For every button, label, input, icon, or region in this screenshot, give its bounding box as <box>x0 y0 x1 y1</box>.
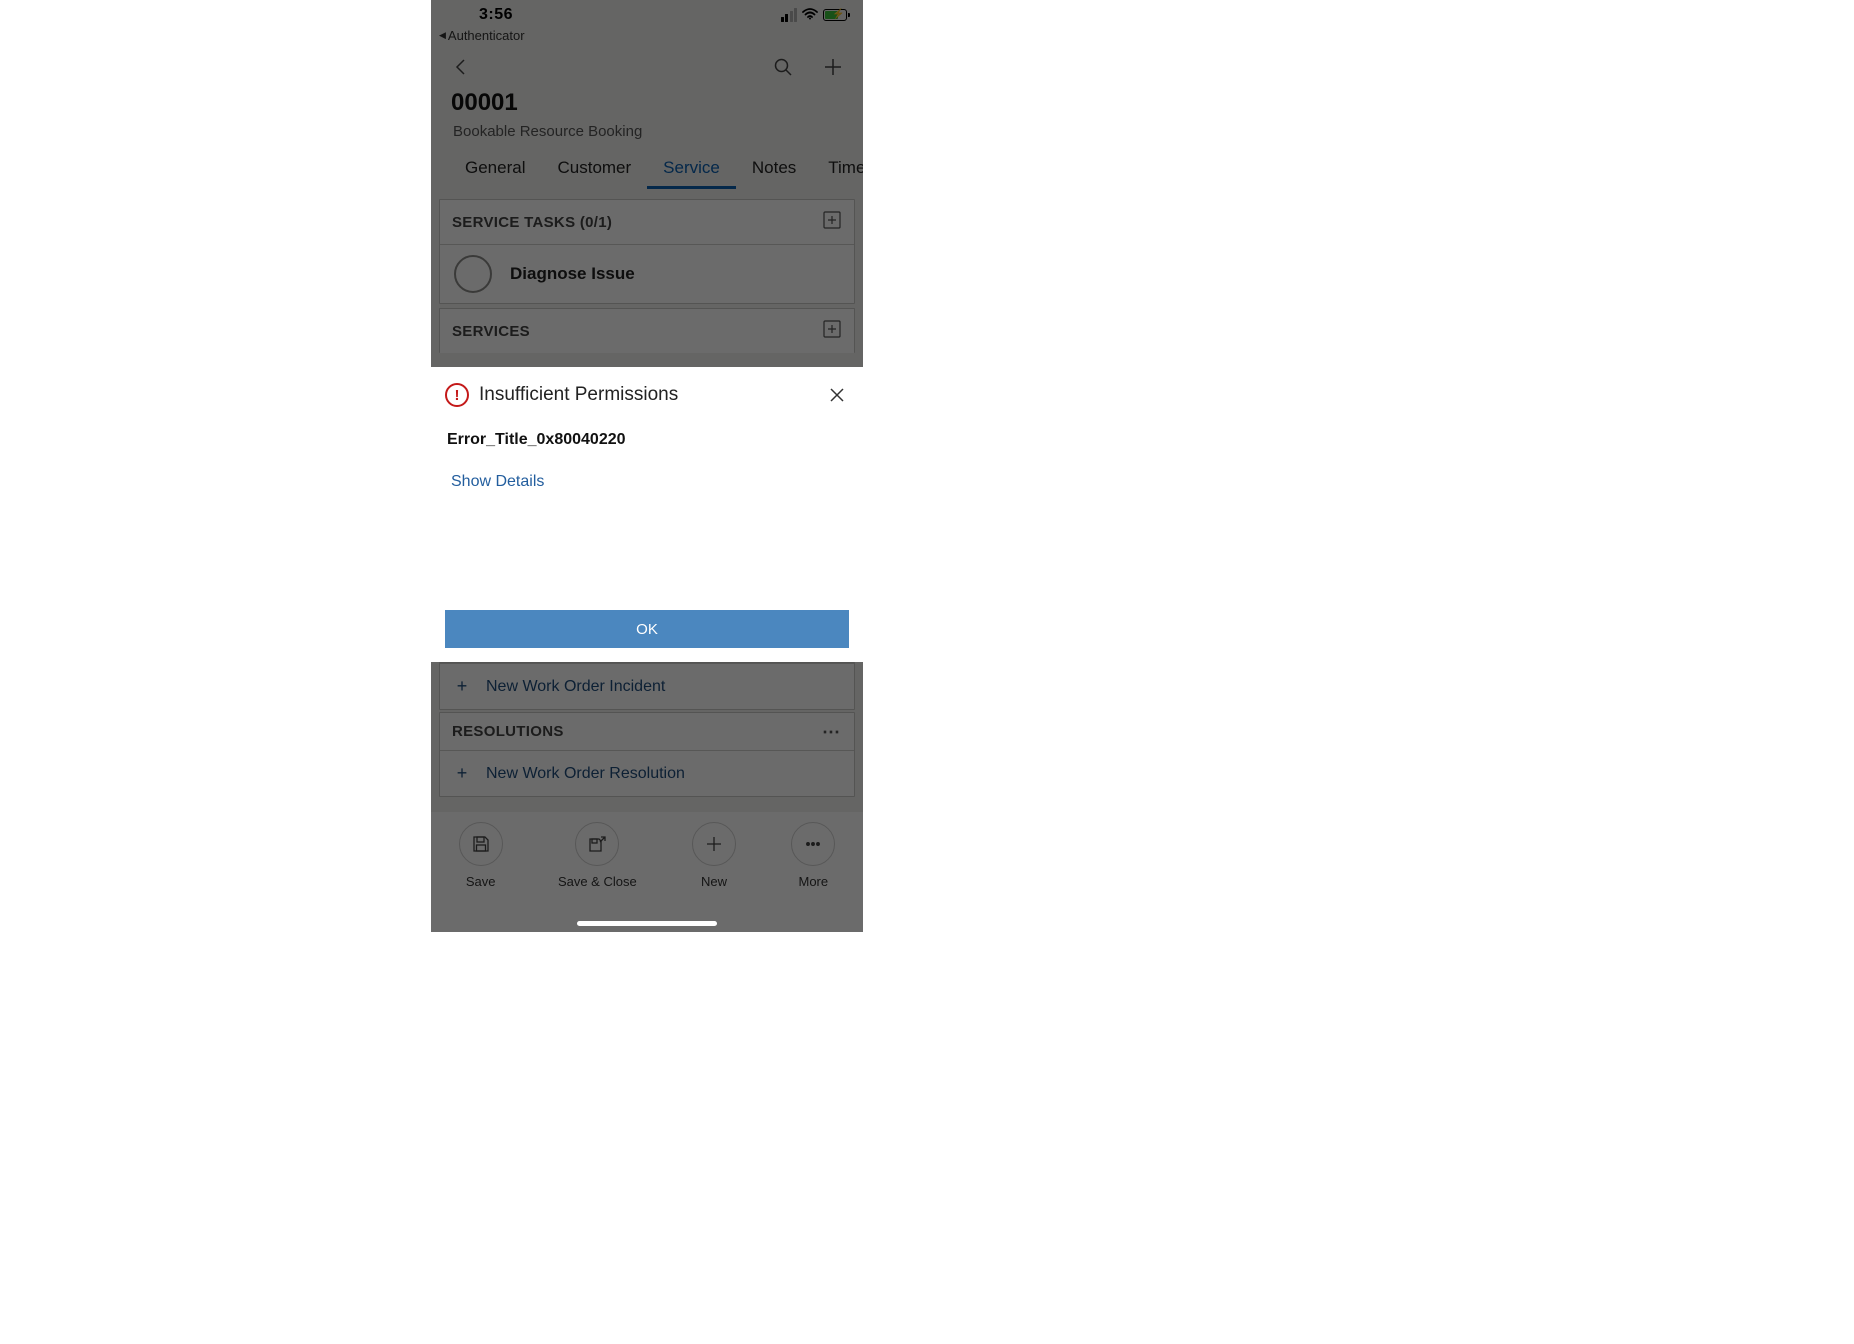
add-incident-button[interactable]: +New Work Order Incident <box>440 663 854 709</box>
tab-notes[interactable]: Notes <box>736 152 812 189</box>
back-to-app-link[interactable]: Authenticator <box>431 28 863 45</box>
tab-customer[interactable]: Customer <box>541 152 647 189</box>
more-icon <box>791 822 835 866</box>
battery-icon: ⚡ <box>823 9 847 21</box>
content-area: SERVICE TASKS (0/1) Diagnose Issue SERVI… <box>431 189 863 353</box>
back-button[interactable] <box>447 53 475 81</box>
modal-title: Insufficient Permissions <box>479 384 815 406</box>
search-button[interactable] <box>769 53 797 81</box>
services-panel: SERVICES <box>439 308 855 353</box>
close-button[interactable] <box>825 383 849 407</box>
add-service-task-icon[interactable] <box>822 210 842 234</box>
error-icon: ! <box>445 383 469 407</box>
task-complete-toggle[interactable] <box>454 255 492 293</box>
show-details-link[interactable]: Show Details <box>447 473 849 491</box>
phone-screen: 3:56 ⚡ Authenticator 00001 Bookable <box>431 0 863 932</box>
service-tasks-panel: SERVICE TASKS (0/1) Diagnose Issue <box>439 199 855 304</box>
new-button[interactable]: New <box>692 822 736 932</box>
status-icons: ⚡ <box>781 7 848 23</box>
save-button[interactable]: Save <box>459 822 503 932</box>
tab-service[interactable]: Service <box>647 152 736 189</box>
tabs: General Customer Service Notes Timeline <box>431 152 863 189</box>
home-indicator[interactable] <box>577 921 717 926</box>
app-header <box>431 45 863 89</box>
record-title: 00001 <box>431 89 863 123</box>
add-service-icon[interactable] <box>822 319 842 343</box>
tab-general[interactable]: General <box>449 152 541 189</box>
error-modal: ! Insufficient Permissions Error_Title_0… <box>431 367 863 662</box>
add-resolution-button[interactable]: +New Work Order Resolution <box>440 750 854 796</box>
ok-button[interactable]: OK <box>445 610 849 648</box>
service-tasks-header: SERVICE TASKS (0/1) <box>452 214 612 231</box>
save-close-button[interactable]: Save & Close <box>558 822 637 932</box>
resolutions-panel: RESOLUTIONS ⋯ +New Work Order Resolution <box>439 712 855 797</box>
add-button[interactable] <box>819 53 847 81</box>
service-task-row[interactable]: Diagnose Issue <box>440 244 854 303</box>
more-button[interactable]: More <box>791 822 835 932</box>
bottom-toolbar: Save Save & Close New More <box>431 812 863 932</box>
wifi-icon <box>802 7 818 23</box>
resolutions-more-icon[interactable]: ⋯ <box>822 727 842 737</box>
signal-icon <box>781 8 798 22</box>
plus-icon <box>692 822 736 866</box>
tab-timeline[interactable]: Timeline <box>812 152 863 189</box>
incidents-add-row: +New Work Order Incident <box>439 662 855 710</box>
status-time: 3:56 <box>479 6 513 24</box>
resolutions-header: RESOLUTIONS <box>452 723 564 740</box>
services-header: SERVICES <box>452 323 530 340</box>
save-icon <box>459 822 503 866</box>
record-subtitle: Bookable Resource Booking <box>431 123 863 152</box>
status-bar: 3:56 ⚡ <box>431 0 863 28</box>
task-label: Diagnose Issue <box>510 264 635 284</box>
save-close-icon <box>575 822 619 866</box>
error-code: Error_Title_0x80040220 <box>447 431 849 449</box>
